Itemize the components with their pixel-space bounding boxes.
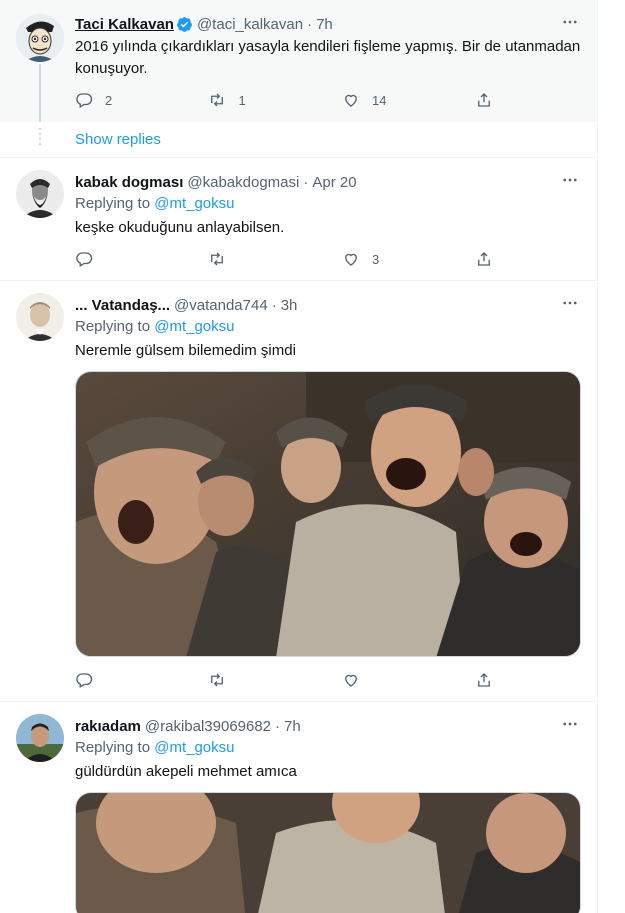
retweet-count: 1 — [238, 92, 246, 108]
tweet-1[interactable]: Taci Kalkavan @taci_kalkavan · 7h 2016 y… — [0, 0, 597, 122]
author-handle[interactable]: @rakibal39069682 — [145, 718, 271, 735]
replying-to: Replying to @mt_goksu — [75, 195, 582, 215]
tweet-text: 2016 yılında çıkardıkları yasayla kendil… — [75, 38, 581, 77]
share-icon — [478, 673, 491, 687]
like-icon — [345, 674, 357, 687]
like-count: 3 — [371, 251, 380, 267]
reply-icon — [76, 252, 93, 267]
retweet-icon — [211, 673, 224, 687]
tweet-3[interactable]: ... Vatandaş... @vatanda744 · 3h Replyin… — [0, 281, 597, 701]
more-icon[interactable] — [558, 168, 582, 192]
share-icon — [478, 252, 491, 266]
like-button[interactable] — [342, 669, 475, 691]
tweet-photo[interactable] — [75, 792, 581, 913]
retweet-button[interactable]: 1 — [208, 89, 341, 111]
more-icon[interactable] — [558, 291, 582, 315]
retweet-icon — [211, 93, 224, 107]
timestamp[interactable]: Apr 20 — [312, 174, 356, 191]
replying-to: Replying to @mt_goksu — [75, 739, 582, 759]
avatar[interactable] — [16, 14, 64, 62]
separator-dot: · — [275, 717, 281, 735]
timestamp[interactable]: 7h — [316, 16, 333, 33]
like-button[interactable]: 14 — [342, 89, 475, 111]
tweet-4[interactable]: rakıadam @rakibal39069682 · 7h Replying … — [0, 702, 597, 913]
replying-to: Replying to @mt_goksu — [75, 318, 582, 338]
mention-link[interactable]: @mt_goksu — [154, 195, 234, 212]
replying-label: Replying to — [75, 195, 151, 212]
reply-icon — [76, 673, 93, 688]
share-button[interactable] — [475, 669, 515, 691]
author-name[interactable]: rakıadam — [75, 718, 141, 735]
retweet-icon — [211, 252, 224, 266]
more-icon[interactable] — [558, 10, 582, 34]
thread-line — [39, 64, 41, 122]
reply-button[interactable]: 2 — [75, 89, 208, 111]
tweet-photo[interactable] — [75, 371, 581, 657]
separator-dot: · — [307, 15, 313, 33]
author-name[interactable]: Taci Kalkavan — [75, 16, 174, 33]
retweet-button[interactable] — [208, 669, 341, 691]
like-icon — [345, 253, 357, 266]
share-icon — [478, 93, 491, 107]
reply-count: 2 — [105, 92, 113, 108]
like-button[interactable]: 3 — [342, 248, 475, 270]
author-handle[interactable]: @taci_kalkavan — [197, 16, 303, 33]
avatar[interactable] — [16, 714, 64, 762]
avatar[interactable] — [16, 170, 64, 218]
like-count: 14 — [371, 92, 387, 108]
replying-label: Replying to — [75, 318, 151, 335]
tweet-text: Neremle gülsem bilemedim şimdi — [75, 342, 296, 359]
separator-dot: · — [271, 296, 277, 314]
timeline: Taci Kalkavan @taci_kalkavan · 7h 2016 y… — [0, 0, 598, 913]
author-handle[interactable]: @kabakdogmasi — [187, 174, 299, 191]
retweet-button[interactable] — [208, 248, 341, 270]
reply-icon — [76, 93, 93, 108]
mention-link[interactable]: @mt_goksu — [154, 318, 234, 335]
author-name[interactable]: ... Vatandaş... — [75, 297, 170, 314]
timestamp[interactable]: 7h — [284, 718, 301, 735]
share-button[interactable] — [475, 248, 515, 270]
more-icon[interactable] — [558, 712, 582, 736]
like-icon — [345, 94, 357, 107]
author-handle[interactable]: @vatanda744 — [174, 297, 268, 314]
verified-badge-icon — [176, 16, 193, 33]
replying-label: Replying to — [75, 739, 151, 756]
tweet-2[interactable]: kabak dogması @kabakdogmasi · Apr 20 Rep… — [0, 158, 597, 280]
reply-button[interactable] — [75, 248, 208, 270]
show-replies-link[interactable]: Show replies — [75, 131, 161, 148]
tweet-text: güldürdün akepeli mehmet amıca — [75, 763, 297, 780]
share-button[interactable] — [475, 89, 515, 111]
separator-dot: · — [303, 173, 309, 191]
timestamp[interactable]: 3h — [281, 297, 298, 314]
author-name[interactable]: kabak dogması — [75, 174, 183, 191]
tweet-text: keşke okuduğunu anlayabilsen. — [75, 219, 285, 236]
mention-link[interactable]: @mt_goksu — [154, 739, 234, 756]
reply-button[interactable] — [75, 669, 208, 691]
avatar[interactable] — [16, 293, 64, 341]
thread-dots — [39, 128, 41, 148]
